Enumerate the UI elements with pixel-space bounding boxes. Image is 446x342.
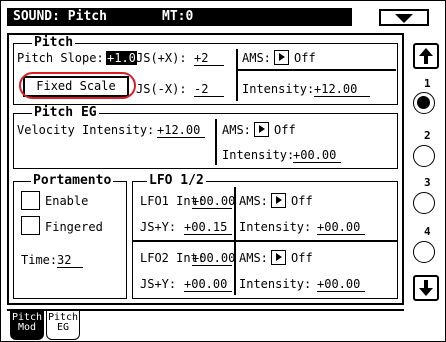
fingered-checkbox[interactable]	[21, 216, 40, 235]
pitch-eg-ams-select-button[interactable]	[254, 122, 269, 137]
down-arrow-icon	[419, 280, 433, 296]
fingered-label: Fingered	[45, 220, 103, 234]
tab-pitch-eg[interactable]: Pitch EG	[46, 310, 80, 340]
lfo2-intensity-value[interactable]: +00.00	[317, 277, 365, 292]
portamento-time-value[interactable]: 32	[57, 253, 83, 268]
pitch-section-label: Pitch	[32, 35, 76, 50]
pitch-ams-select-button[interactable]	[274, 50, 289, 65]
js-minus-label: JS(-X):	[136, 82, 187, 96]
lfo1-int-value[interactable]: +00.00	[192, 194, 235, 209]
lfo1-ams-value[interactable]: Off	[291, 194, 313, 208]
pitch-eg-intensity-label: Intensity:	[222, 148, 295, 162]
lfo2-intensity-label: Intensity:	[239, 277, 312, 291]
page-4-radio[interactable]	[413, 241, 435, 263]
page-up-button[interactable]	[413, 43, 439, 69]
pitch-hdivider	[238, 69, 396, 71]
enable-checkbox[interactable]	[21, 191, 40, 210]
page-number-2: 2	[424, 129, 431, 142]
page-number-3: 3	[424, 176, 431, 189]
lfo1-ams-select-button[interactable]	[271, 193, 286, 208]
page-3-radio[interactable]	[413, 192, 435, 214]
pitch-eg-ams-label: AMS:	[222, 123, 251, 137]
page-down-button[interactable]	[413, 275, 439, 301]
pitch-intensity-label: Intensity:	[242, 82, 315, 96]
velocity-intensity-label: Velocity Intensity:	[17, 123, 155, 137]
tab-pitch-eg-line2: EG	[56, 322, 70, 333]
down-triangle-icon	[395, 14, 413, 23]
title-bar: SOUND: Pitch MT:0	[7, 8, 352, 26]
lfo2-js-label: JS+Y:	[140, 277, 177, 291]
page-scroller: 1 2 3 4	[412, 39, 444, 304]
pitch-eg-divider	[215, 119, 217, 165]
pitch-ams-value[interactable]: Off	[294, 51, 316, 65]
mt-indicator: MT:0	[162, 9, 194, 24]
pitch-ams-label: AMS:	[242, 51, 271, 65]
lfo1-ams-label: AMS:	[239, 194, 268, 208]
page-title: SOUND: Pitch	[13, 9, 107, 24]
enable-label: Enable	[45, 194, 89, 208]
portamento-time-label: Time:	[21, 253, 58, 267]
lfo2-js-value[interactable]: +00.00	[184, 277, 232, 292]
highlight-ring	[19, 72, 136, 99]
pitch-eg-ams-value[interactable]: Off	[274, 123, 296, 137]
pitch-eg-section-label: Pitch EG	[32, 105, 99, 120]
page-1-radio[interactable]	[413, 92, 435, 114]
page-2-radio[interactable]	[413, 145, 435, 167]
lfo-hdivider	[133, 240, 397, 242]
js-plus-label: JS(+X):	[136, 51, 187, 65]
page-number-1: 1	[424, 77, 431, 90]
tab-pitch-mod-line2: Mod	[17, 322, 37, 333]
js-minus-value[interactable]: -2	[194, 82, 224, 97]
page-menu-button[interactable]	[379, 9, 429, 26]
page-number-4: 4	[424, 225, 431, 238]
portamento-section-label: Portamento	[31, 173, 114, 188]
lfo1-js-value[interactable]: +00.15	[184, 220, 232, 235]
lfo1-intensity-label: Intensity:	[239, 220, 312, 234]
velocity-intensity-value[interactable]: +12.00	[157, 123, 205, 138]
lfo2-int-value[interactable]: +00.00	[192, 251, 235, 266]
pitch-intensity-value[interactable]: +12.00	[314, 82, 370, 97]
up-arrow-icon	[419, 48, 433, 64]
pitch-divider	[236, 49, 238, 101]
sound-pitch-screen: SOUND: Pitch MT:0 Pitch Pitch Slope: +1.…	[0, 0, 446, 342]
tab-pitch-mod[interactable]: Pitch Mod	[10, 310, 44, 340]
lfo-section-label: LFO 1/2	[147, 173, 206, 188]
pitch-eg-intensity-value[interactable]: +00.00	[293, 148, 341, 163]
js-plus-value[interactable]: +2	[194, 51, 224, 66]
pitch-slope-value[interactable]: +1.0	[106, 51, 137, 65]
pitch-slope-label: Pitch Slope:	[17, 51, 104, 65]
lfo2-ams-value[interactable]: Off	[291, 251, 313, 265]
lfo1-intensity-value[interactable]: +00.00	[317, 220, 365, 235]
lfo2-ams-label: AMS:	[239, 251, 268, 265]
lfo2-ams-select-button[interactable]	[271, 250, 286, 265]
lfo1-js-label: JS+Y:	[140, 220, 177, 234]
